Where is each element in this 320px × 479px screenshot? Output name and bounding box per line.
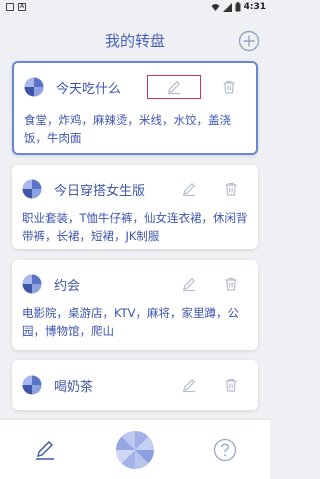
edit-button[interactable] bbox=[176, 374, 202, 396]
app-a-icon: A bbox=[18, 3, 26, 11]
edit-button[interactable] bbox=[147, 75, 201, 99]
wheel-icon bbox=[22, 274, 42, 294]
wifi-icon bbox=[211, 3, 220, 11]
delete-button[interactable] bbox=[218, 178, 244, 200]
wheel-icon bbox=[22, 179, 42, 199]
wheel-card[interactable]: 今天吃什么 食堂，炸鸡，麻辣烫，米线，水饺，盖浇饭，牛肉面 bbox=[12, 61, 258, 155]
page-title: 我的转盘 bbox=[104, 32, 165, 50]
wheel-title: 今天吃什么 bbox=[56, 81, 122, 97]
delete-button[interactable] bbox=[218, 273, 244, 295]
delete-button[interactable] bbox=[216, 76, 242, 98]
trash-icon bbox=[225, 182, 237, 196]
wheel-icon bbox=[22, 375, 42, 395]
pencil-icon bbox=[183, 182, 196, 197]
help-icon bbox=[213, 438, 237, 461]
wheel-options: 职业套装，T恤牛仔裤，仙女连衣裙，休闲背带裤，长裙，短裙，JK制服 bbox=[22, 211, 248, 243]
edit-button[interactable] bbox=[176, 273, 202, 295]
wheel-icon bbox=[116, 430, 154, 469]
wheel-icon bbox=[24, 77, 44, 97]
status-bar: A 4:31 bbox=[0, 0, 270, 14]
battery-icon bbox=[235, 2, 241, 12]
nav-spin-button[interactable] bbox=[115, 430, 155, 470]
edit-button[interactable] bbox=[176, 178, 202, 200]
wheel-card[interactable]: 约会 电影院，桌游店，KTV，麻将，家里蹲，公园，博物馆，爬山 bbox=[12, 260, 258, 350]
wheel-card[interactable]: 今日穿搭女生版 职业套装，T恤牛仔裤，仙女连衣裙，休闲背带裤，长裙，短裙，JK制… bbox=[12, 165, 258, 249]
nav-help-button[interactable] bbox=[205, 430, 245, 470]
app-header: 我的转盘 bbox=[0, 28, 270, 54]
pencil-icon bbox=[36, 440, 54, 460]
wheel-options: 食堂，炸鸡，麻辣烫，米线，水饺，盖浇饭，牛肉面 bbox=[24, 113, 231, 145]
status-time: 4:31 bbox=[243, 2, 266, 12]
signal-icon bbox=[222, 2, 232, 12]
nav-edit-button[interactable] bbox=[25, 430, 65, 470]
trash-icon bbox=[225, 378, 237, 392]
wheel-title: 今日穿搭女生版 bbox=[54, 183, 146, 199]
notification-icon bbox=[6, 3, 14, 11]
wheel-options: 电影院，桌游店，KTV，麻将，家里蹲，公园，博物馆，爬山 bbox=[22, 306, 240, 338]
pencil-icon bbox=[168, 80, 181, 95]
pencil-icon bbox=[183, 277, 196, 292]
wheel-card[interactable]: 喝奶茶 bbox=[12, 360, 258, 410]
delete-button[interactable] bbox=[218, 374, 244, 396]
wheel-title: 约会 bbox=[54, 278, 81, 294]
add-wheel-button[interactable] bbox=[238, 30, 260, 52]
trash-icon bbox=[225, 277, 237, 291]
pencil-icon bbox=[183, 378, 196, 393]
wheel-title: 喝奶茶 bbox=[54, 379, 94, 395]
trash-icon bbox=[223, 80, 235, 94]
bottom-nav bbox=[0, 419, 270, 479]
